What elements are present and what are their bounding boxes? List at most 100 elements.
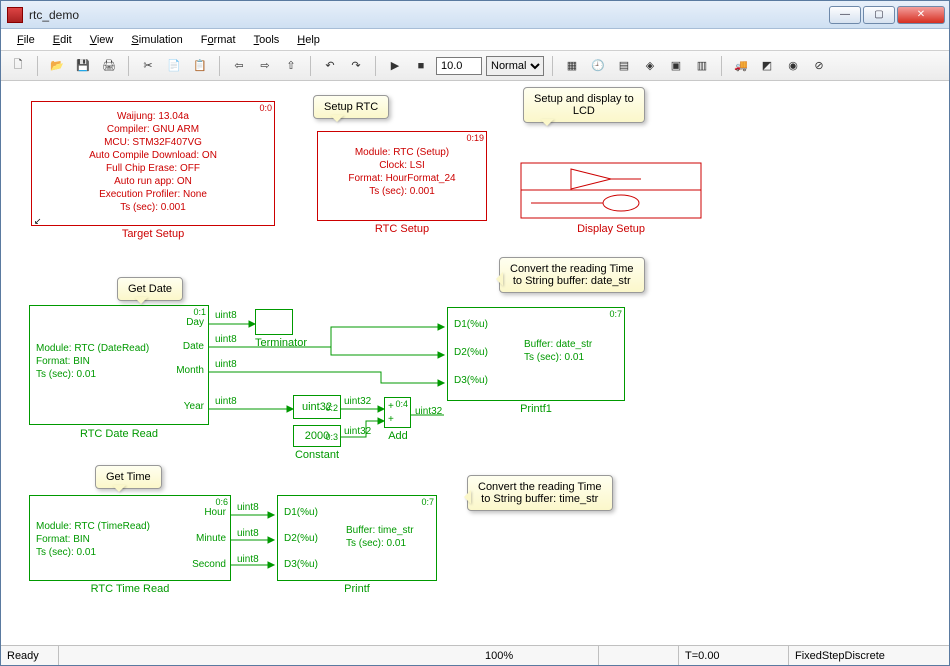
block-corner-label: 0:19	[466, 133, 484, 143]
block-target-setup[interactable]: 0:0 Waijung: 13.04a Compiler: GNU ARM MC…	[31, 101, 275, 226]
up-icon[interactable]: ⇧	[280, 55, 302, 77]
block-uint32-conv[interactable]: 0:2 uint32	[293, 395, 341, 419]
menu-tools[interactable]: Tools	[246, 32, 288, 48]
block-printf[interactable]: 0:7 D1(%u) D2(%u) D3(%u) Buffer: time_st…	[277, 495, 437, 581]
status-solver: FixedStepDiscrete	[789, 646, 949, 665]
copy-icon[interactable]: 📄	[163, 55, 185, 77]
block-label: Constant	[277, 449, 357, 461]
signal-type: uint8	[215, 309, 237, 322]
block-corner-label: 0:7	[421, 497, 434, 507]
callout-get-date: Get Date	[117, 277, 183, 301]
port-label: D2(%u)	[284, 532, 318, 545]
redo-icon[interactable]: ↷	[345, 55, 367, 77]
tool-t7-icon[interactable]: 🚚	[730, 55, 752, 77]
toolbar: 🗋 📂 💾 🖨 ✂ 📄 📋 ⇦ ⇨ ⇧ ↶ ↷ ▶ ■ Normal ▦ 🕘 ▤…	[1, 51, 949, 81]
port-label: Day	[186, 316, 204, 329]
back-icon[interactable]: ⇦	[228, 55, 250, 77]
menu-format[interactable]: Format	[193, 32, 244, 48]
status-time: T=0.00	[679, 646, 789, 665]
menu-file[interactable]: File	[9, 32, 43, 48]
port-label: D3(%u)	[284, 558, 318, 571]
window-title: rtc_demo	[29, 8, 829, 22]
simulation-mode-select[interactable]: Normal	[486, 56, 544, 76]
signal-type: uint8	[237, 553, 259, 566]
maximize-button[interactable]: ▢	[863, 6, 895, 24]
tool-t5-icon[interactable]: ▣	[665, 55, 687, 77]
block-terminator[interactable]	[255, 309, 293, 335]
block-text: Module: RTC (DateRead) Format: BIN Ts (s…	[36, 342, 149, 381]
tool-t3-icon[interactable]: ▤	[613, 55, 635, 77]
op-label: +	[388, 400, 394, 413]
status-zoom: 100%	[479, 646, 599, 665]
undo-icon[interactable]: ↶	[319, 55, 341, 77]
block-label: Terminator	[241, 337, 321, 349]
port-label: Month	[176, 364, 204, 377]
block-rtc-setup[interactable]: 0:19 Module: RTC (Setup) Clock: LSI Form…	[317, 131, 487, 221]
port-label: D1(%u)	[454, 318, 488, 331]
resize-handle-icon	[34, 215, 42, 223]
app-icon	[7, 7, 23, 23]
block-corner-label: 0:4	[395, 399, 408, 409]
signal-type: uint32	[415, 405, 442, 418]
status-ready: Ready	[1, 646, 59, 665]
block-time-read[interactable]: 0:6 Module: RTC (TimeRead) Format: BIN T…	[29, 495, 231, 581]
tool-t10-icon[interactable]: ⊘	[808, 55, 830, 77]
block-text: Buffer: date_str Ts (sec): 0.01	[524, 338, 592, 364]
print-icon[interactable]: 🖨	[98, 55, 120, 77]
menu-view[interactable]: View	[82, 32, 122, 48]
callout-conv-date: Convert the reading Time to String buffe…	[499, 257, 645, 293]
signal-type: uint8	[215, 358, 237, 371]
callout-conv-time: Convert the reading Time to String buffe…	[467, 475, 613, 511]
forward-icon[interactable]: ⇨	[254, 55, 276, 77]
block-label: Printf	[277, 583, 437, 595]
signal-type: uint8	[215, 333, 237, 346]
app-window: rtc_demo — ▢ ✕ File Edit View Simulation…	[0, 0, 950, 666]
tool-t4-icon[interactable]: ◈	[639, 55, 661, 77]
tool-t6-icon[interactable]: ▥	[691, 55, 713, 77]
block-text: Waijung: 13.04a Compiler: GNU ARM MCU: S…	[32, 110, 274, 214]
tool-t2-icon[interactable]: 🕘	[587, 55, 609, 77]
menubar: File Edit View Simulation Format Tools H…	[1, 29, 949, 51]
menu-help[interactable]: Help	[289, 32, 328, 48]
block-text: Module: RTC (TimeRead) Format: BIN Ts (s…	[36, 520, 150, 559]
port-label: D3(%u)	[454, 374, 488, 387]
statusbar: Ready 100% T=0.00 FixedStepDiscrete	[1, 645, 949, 665]
block-printf1[interactable]: 0:7 D1(%u) D2(%u) D3(%u) Buffer: date_st…	[447, 307, 625, 401]
port-label: D2(%u)	[454, 346, 488, 359]
menu-edit[interactable]: Edit	[45, 32, 80, 48]
block-add[interactable]: 0:4 + +	[384, 397, 411, 428]
block-date-read[interactable]: 0:1 Module: RTC (DateRead) Format: BIN T…	[29, 305, 209, 425]
stop-icon[interactable]: ■	[410, 55, 432, 77]
block-label: Display Setup	[521, 223, 701, 235]
signal-type: uint8	[237, 527, 259, 540]
menu-simulation[interactable]: Simulation	[123, 32, 190, 48]
callout-setup-rtc: Setup RTC	[313, 95, 389, 119]
signal-type: uint8	[215, 395, 237, 408]
tool-t9-icon[interactable]: ◉	[782, 55, 804, 77]
save-icon[interactable]: 💾	[72, 55, 94, 77]
model-canvas[interactable]: 0:0 Waijung: 13.04a Compiler: GNU ARM MC…	[1, 81, 949, 645]
minimize-button[interactable]: —	[829, 6, 861, 24]
block-constant[interactable]: 0:3 2000	[293, 425, 341, 447]
block-corner-label: 0:3	[325, 427, 338, 447]
signal-type: uint32	[344, 395, 371, 408]
block-label: Add	[374, 430, 422, 442]
open-icon[interactable]: 📂	[46, 55, 68, 77]
op-label: +	[388, 413, 394, 426]
callout-get-time: Get Time	[95, 465, 162, 489]
block-label: Printf1	[447, 403, 625, 415]
tool-t1-icon[interactable]: ▦	[561, 55, 583, 77]
cut-icon[interactable]: ✂	[137, 55, 159, 77]
block-label: Target Setup	[31, 228, 275, 240]
block-label: RTC Time Read	[29, 583, 231, 595]
port-label: Hour	[204, 506, 226, 519]
port-label: Date	[183, 340, 204, 353]
tool-t8-icon[interactable]: ◩	[756, 55, 778, 77]
signal-type: uint32	[344, 425, 371, 438]
paste-icon[interactable]: 📋	[189, 55, 211, 77]
new-icon[interactable]: 🗋	[7, 55, 29, 77]
play-icon[interactable]: ▶	[384, 55, 406, 77]
port-label: Minute	[196, 532, 226, 545]
stop-time-input[interactable]	[436, 57, 482, 75]
close-button[interactable]: ✕	[897, 6, 945, 24]
